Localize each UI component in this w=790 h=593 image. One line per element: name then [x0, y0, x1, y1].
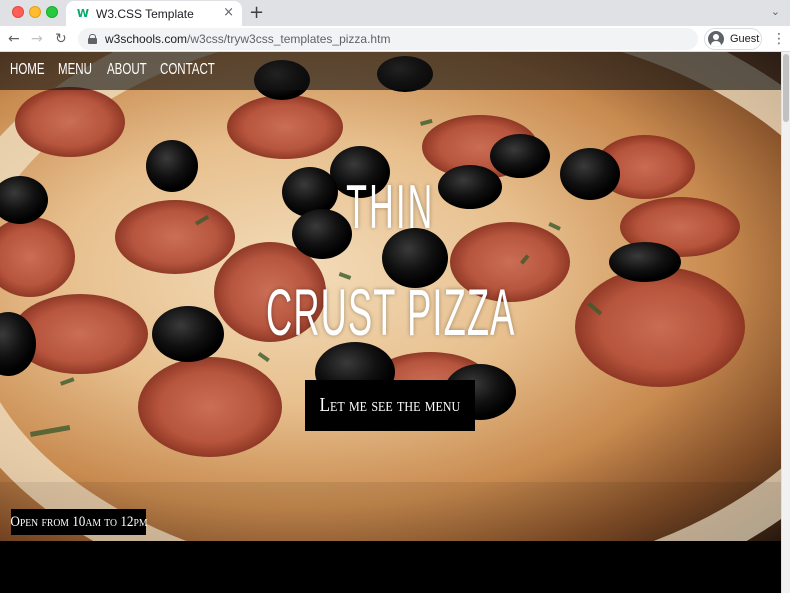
url-path: /w3css/tryw3css_templates_pizza.htm [187, 32, 391, 46]
tab-title: W3.CSS Template [96, 6, 194, 21]
address-bar[interactable]: w3schools.com/w3css/tryw3css_templates_p… [78, 28, 698, 50]
w3schools-favicon-icon: W [76, 7, 90, 20]
scrollbar-thumb[interactable] [783, 54, 789, 122]
top-navigation-bar: Home Menu About Contact [0, 52, 781, 90]
hero-title-line-1-text: Thin [346, 173, 435, 242]
tab-search-chevron-icon[interactable]: ⌄ [771, 5, 780, 18]
hero-title-line-2: Crust Pizza [0, 274, 781, 350]
new-tab-button[interactable]: + [249, 2, 264, 24]
hero-pizza-image: Home Menu About Contact Thin Crust Pizza… [0, 52, 781, 541]
browser-tab[interactable]: W W3.CSS Template × [66, 1, 242, 26]
browser-menu-icon[interactable]: ⋮ [772, 29, 786, 49]
minimize-window-button[interactable] [29, 6, 41, 18]
profile-label: Guest [730, 33, 760, 45]
url-text[interactable]: w3schools.com/w3css/tryw3css_templates_p… [105, 32, 390, 46]
see-menu-button[interactable]: Let me see the menu [305, 380, 475, 431]
see-menu-button-label: Let me see the menu [319, 394, 461, 416]
opening-hours-badge: Open from 10am to 12pm [9, 509, 148, 535]
browser-toolbar: ← → ↻ w3schools.com/w3css/tryw3css_templ… [0, 26, 790, 52]
close-window-button[interactable] [12, 6, 24, 18]
forward-arrow-icon[interactable]: → [31, 29, 43, 49]
lock-icon[interactable] [88, 34, 97, 44]
nav-about-link[interactable]: About [107, 61, 147, 79]
opening-hours-text: Open from 10am to 12pm [9, 513, 148, 530]
nav-home-link[interactable]: Home [10, 61, 45, 79]
hero-title-line-1: Thin [0, 172, 781, 243]
page-viewport: Home Menu About Contact Thin Crust Pizza… [0, 52, 790, 593]
profile-button[interactable]: Guest [704, 28, 762, 50]
reload-icon[interactable]: ↻ [55, 29, 67, 49]
back-arrow-icon[interactable]: ← [8, 29, 20, 49]
avatar-icon [708, 31, 724, 47]
page-scrollbar[interactable] [781, 52, 790, 593]
maximize-window-button[interactable] [46, 6, 58, 18]
next-section-dark [0, 541, 781, 593]
browser-titlebar: W W3.CSS Template × + ⌄ [0, 0, 790, 26]
url-host: w3schools.com [105, 32, 188, 46]
tab-close-icon[interactable]: × [223, 5, 234, 21]
nav-menu-link[interactable]: Menu [58, 61, 92, 79]
nav-contact-link[interactable]: Contact [160, 61, 215, 79]
hero-title-line-2-text: Crust Pizza [265, 275, 516, 349]
